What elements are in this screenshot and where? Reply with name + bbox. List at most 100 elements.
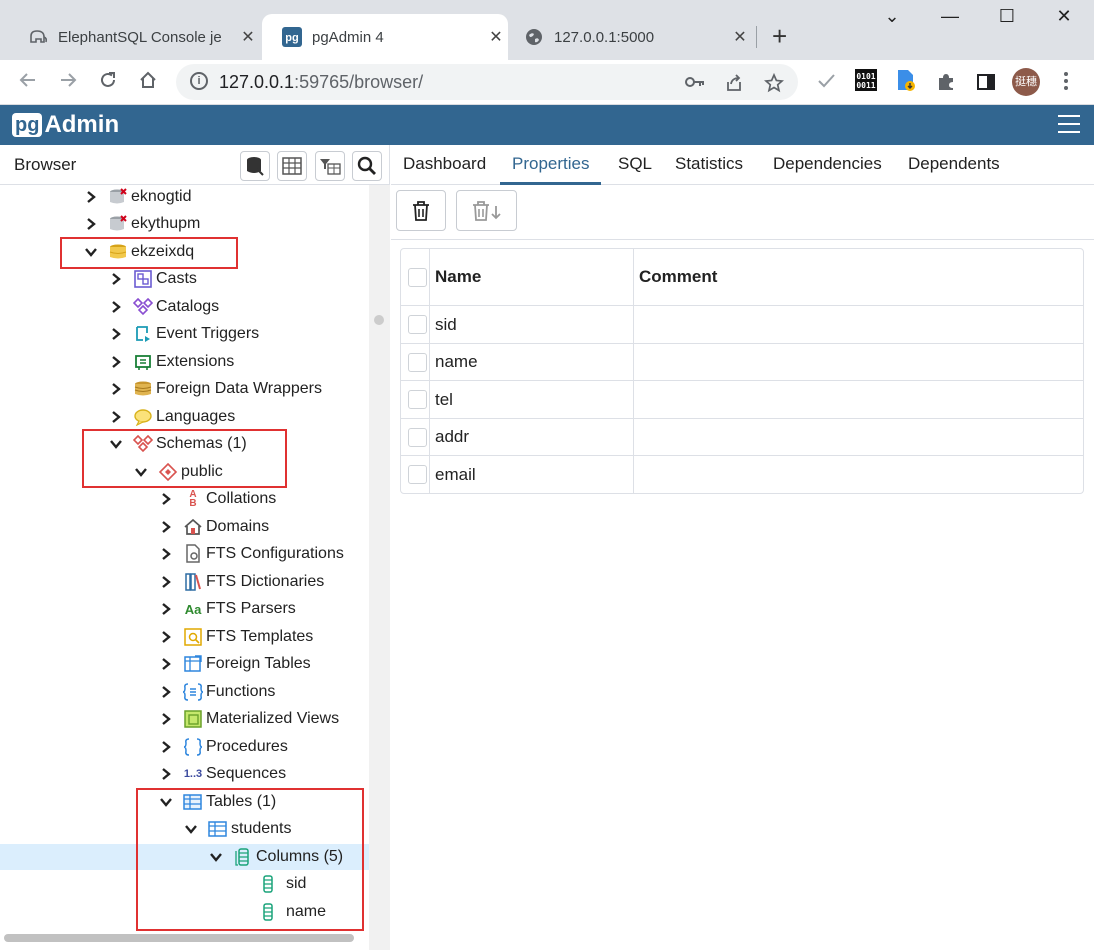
maximize-button[interactable]: ☐ <box>987 6 1027 27</box>
binary-extension-icon[interactable]: 0101 0011 <box>855 69 877 96</box>
tab-properties[interactable]: Properties <box>500 145 602 185</box>
home-button[interactable] <box>136 70 160 96</box>
hamburger-menu-icon[interactable] <box>1058 115 1080 133</box>
close-tab-icon[interactable]: ✕ <box>728 27 752 47</box>
tree-horizontal-scrollbar[interactable] <box>4 934 354 942</box>
chevron-right-icon[interactable] <box>160 521 172 533</box>
select-all-checkbox[interactable] <box>408 267 427 287</box>
tree-node-column-sid[interactable]: sid <box>258 871 306 897</box>
tree-node-column-name[interactable]: name <box>258 899 326 925</box>
search-objects-button[interactable] <box>352 151 382 181</box>
view-data-button[interactable] <box>277 151 307 181</box>
tree-node-extensions[interactable]: Extensions <box>110 349 234 375</box>
address-bar[interactable]: i 127.0.0.1:59765/browser/ <box>176 64 798 100</box>
extensions-puzzle-icon[interactable] <box>936 72 956 97</box>
table-row[interactable]: tel <box>401 381 1083 419</box>
tree-node-public[interactable]: public <box>135 459 223 485</box>
tree-node-schemas[interactable]: Schemas (1) <box>110 431 247 457</box>
key-icon[interactable] <box>684 73 706 96</box>
tree-node-languages[interactable]: Languages <box>110 404 235 430</box>
file-download-extension-icon[interactable] <box>896 69 916 98</box>
table-row[interactable]: addr <box>401 419 1083 456</box>
tree-node-fts-configurations[interactable]: FTS Configurations <box>160 541 344 567</box>
check-extension-icon[interactable] <box>816 72 836 95</box>
profile-avatar[interactable]: 挺穗 <box>1012 68 1040 96</box>
tree-node-catalogs[interactable]: Catalogs <box>110 294 219 320</box>
chevron-down-icon[interactable] <box>210 851 222 863</box>
tree-node-event-triggers[interactable]: Event Triggers <box>110 321 259 347</box>
table-row[interactable]: sid <box>401 306 1083 344</box>
column-header-name[interactable]: Name <box>435 267 481 287</box>
chevron-right-icon[interactable] <box>160 548 172 560</box>
chevron-right-icon[interactable] <box>85 191 97 203</box>
tree-node-foreign-data-wrappers[interactable]: Foreign Data Wrappers <box>110 376 322 402</box>
new-tab-button[interactable]: + <box>772 23 787 49</box>
panel-resize-handle[interactable] <box>374 315 384 325</box>
tree-node-tables[interactable]: Tables (1) <box>160 789 276 815</box>
chrome-menu-icon[interactable] <box>1056 70 1076 97</box>
tab-dependencies[interactable]: Dependencies <box>773 145 882 185</box>
side-panel-icon[interactable] <box>976 72 996 97</box>
chevron-right-icon[interactable] <box>110 356 122 368</box>
tree-node-functions[interactable]: Functions <box>160 679 275 705</box>
chevron-right-icon[interactable] <box>160 686 172 698</box>
chevron-right-icon[interactable] <box>160 603 172 615</box>
table-row[interactable]: email <box>401 456 1083 493</box>
row-checkbox[interactable] <box>408 465 427 484</box>
chevron-down-icon[interactable] <box>185 823 197 835</box>
reload-button[interactable] <box>96 70 120 96</box>
chevron-down-icon[interactable] <box>135 466 147 478</box>
chevron-right-icon[interactable] <box>160 741 172 753</box>
tab-dependents[interactable]: Dependents <box>908 145 1000 185</box>
tab-statistics[interactable]: Statistics <box>675 145 743 185</box>
table-row[interactable]: name <box>401 344 1083 381</box>
minimize-button[interactable]: — <box>930 6 970 27</box>
chevron-right-icon[interactable] <box>110 328 122 340</box>
tree-node-ekzeixdq[interactable]: ekzeixdq <box>85 239 194 265</box>
tree-vertical-scrollbar[interactable] <box>369 185 390 950</box>
chevron-right-icon[interactable] <box>160 576 172 588</box>
row-checkbox[interactable] <box>408 427 427 447</box>
tree-node-casts[interactable]: Casts <box>110 266 197 292</box>
bookmark-star-icon[interactable] <box>763 72 785 98</box>
chevron-right-icon[interactable] <box>110 273 122 285</box>
chevron-right-icon[interactable] <box>110 411 122 423</box>
chevron-right-icon[interactable] <box>160 768 172 780</box>
chevron-right-icon[interactable] <box>110 383 122 395</box>
tree-node-fts-parsers[interactable]: Aa FTS Parsers <box>160 596 296 622</box>
chevron-right-icon[interactable] <box>85 218 97 230</box>
tree-node-foreign-tables[interactable]: Foreign Tables <box>160 651 311 677</box>
row-checkbox[interactable] <box>408 315 427 334</box>
chevron-down-icon[interactable] <box>85 246 97 258</box>
chevron-right-icon[interactable] <box>160 493 172 505</box>
row-checkbox[interactable] <box>408 352 427 372</box>
query-tool-button[interactable] <box>240 151 270 181</box>
delete-cascade-button[interactable] <box>456 190 517 231</box>
tab-dashboard[interactable]: Dashboard <box>403 145 486 185</box>
tree-node-procedures[interactable]: Procedures <box>160 734 288 760</box>
tree-node-columns[interactable]: Columns (5) <box>0 844 369 870</box>
delete-button[interactable] <box>396 190 446 231</box>
chevron-down-icon[interactable] <box>110 438 122 450</box>
tab-elephantsql[interactable]: ElephantSQL Console je ✕ <box>8 14 260 60</box>
tab-search-dropdown-icon[interactable]: ⌄ <box>872 6 912 27</box>
chevron-right-icon[interactable] <box>160 631 172 643</box>
close-window-button[interactable]: ✕ <box>1044 6 1084 27</box>
site-info-icon[interactable]: i <box>190 72 208 90</box>
tree-node-students[interactable]: students <box>185 816 291 842</box>
tree-node-fts-dictionaries[interactable]: FTS Dictionaries <box>160 569 324 595</box>
tree-node-eknogtid[interactable]: eknogtid <box>85 184 192 210</box>
tab-localhost-5000[interactable]: 127.0.0.1:5000 ✕ <box>504 14 752 60</box>
chevron-right-icon[interactable] <box>160 713 172 725</box>
tree-node-materialized-views[interactable]: Materialized Views <box>160 706 339 732</box>
share-icon[interactable] <box>724 73 744 98</box>
filtered-rows-button[interactable] <box>315 151 345 181</box>
tree-node-ekythupm[interactable]: ekythupm <box>85 211 200 237</box>
row-checkbox[interactable] <box>408 390 427 409</box>
column-header-comment[interactable]: Comment <box>639 267 717 287</box>
forward-button[interactable] <box>56 70 80 96</box>
tree-node-fts-templates[interactable]: FTS Templates <box>160 624 313 650</box>
chevron-down-icon[interactable] <box>160 796 172 808</box>
tree-node-domains[interactable]: Domains <box>160 514 269 540</box>
tree-node-sequences[interactable]: 1..3 Sequences <box>160 761 286 787</box>
